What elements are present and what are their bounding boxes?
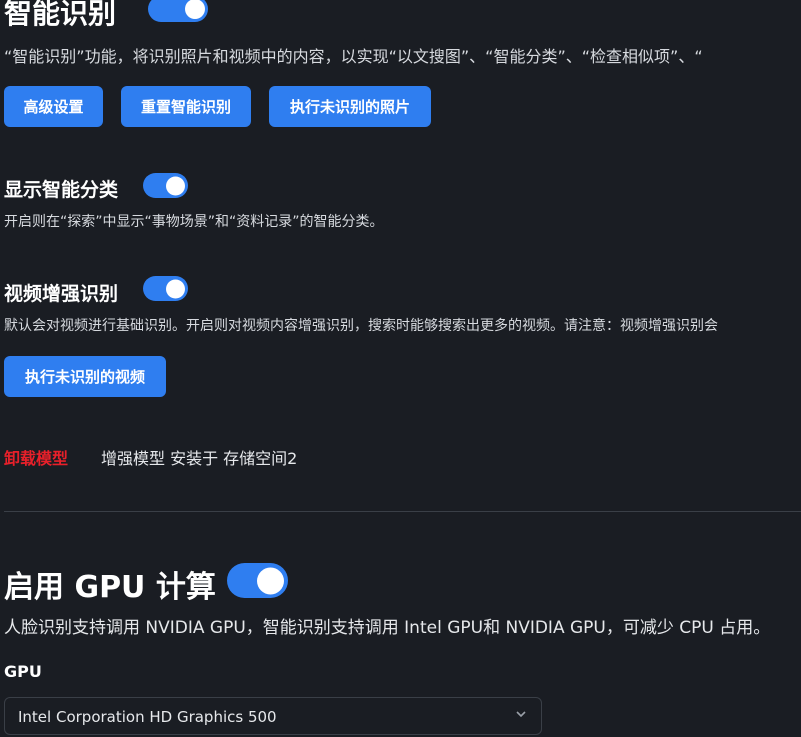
gpu-title: 启用 GPU 计算 (4, 570, 216, 605)
toggle-knob (166, 279, 185, 298)
reset-smart-recognition-button[interactable]: 重置智能识别 (121, 86, 251, 127)
gpu-toggle[interactable] (227, 563, 288, 598)
run-unrecognized-photos-button[interactable]: 执行未识别的照片 (269, 86, 431, 127)
show-smart-categories-description: 开启则在“探索”中显示“事物场景”和“资料记录”的智能分类。 (4, 214, 384, 230)
uninstall-model-link[interactable]: 卸载模型 (4, 445, 68, 469)
chevron-down-icon (516, 711, 526, 718)
toggle-knob (257, 567, 284, 594)
video-enhanced-toggle[interactable] (143, 276, 188, 301)
gpu-select-label: GPU (4, 662, 42, 681)
toggle-knob (166, 176, 185, 195)
model-status-text: 增强模型 安装于 存储空间2 (101, 449, 298, 468)
gpu-description: 人脸识别支持调用 NVIDIA GPU，智能识别支持调用 Intel GPU和 … (4, 618, 771, 638)
video-enhanced-title: 视频增强识别 (4, 283, 119, 305)
show-smart-categories-toggle[interactable] (143, 173, 188, 198)
video-enhanced-description: 默认会对视频进行基础识别。开启则对视频内容增强识别，搜索时能够搜索出更多的视频。… (4, 318, 718, 334)
smart-recognition-toggle[interactable] (148, 0, 208, 22)
show-smart-categories-title: 显示智能分类 (4, 179, 119, 201)
run-unrecognized-videos-button[interactable]: 执行未识别的视频 (4, 356, 166, 397)
smart-recognition-description: “智能识别”功能，将识别照片和视频中的内容，以实现“以文搜图”、“智能分类”、“… (4, 47, 703, 66)
section-divider (4, 511, 801, 512)
toggle-knob (185, 0, 205, 19)
gpu-select-value: Intel Corporation HD Graphics 500 (18, 708, 277, 726)
gpu-select[interactable]: Intel Corporation HD Graphics 500 (4, 697, 542, 735)
advanced-settings-button[interactable]: 高级设置 (4, 86, 103, 127)
smart-recognition-title: 智能识别 (4, 0, 117, 30)
